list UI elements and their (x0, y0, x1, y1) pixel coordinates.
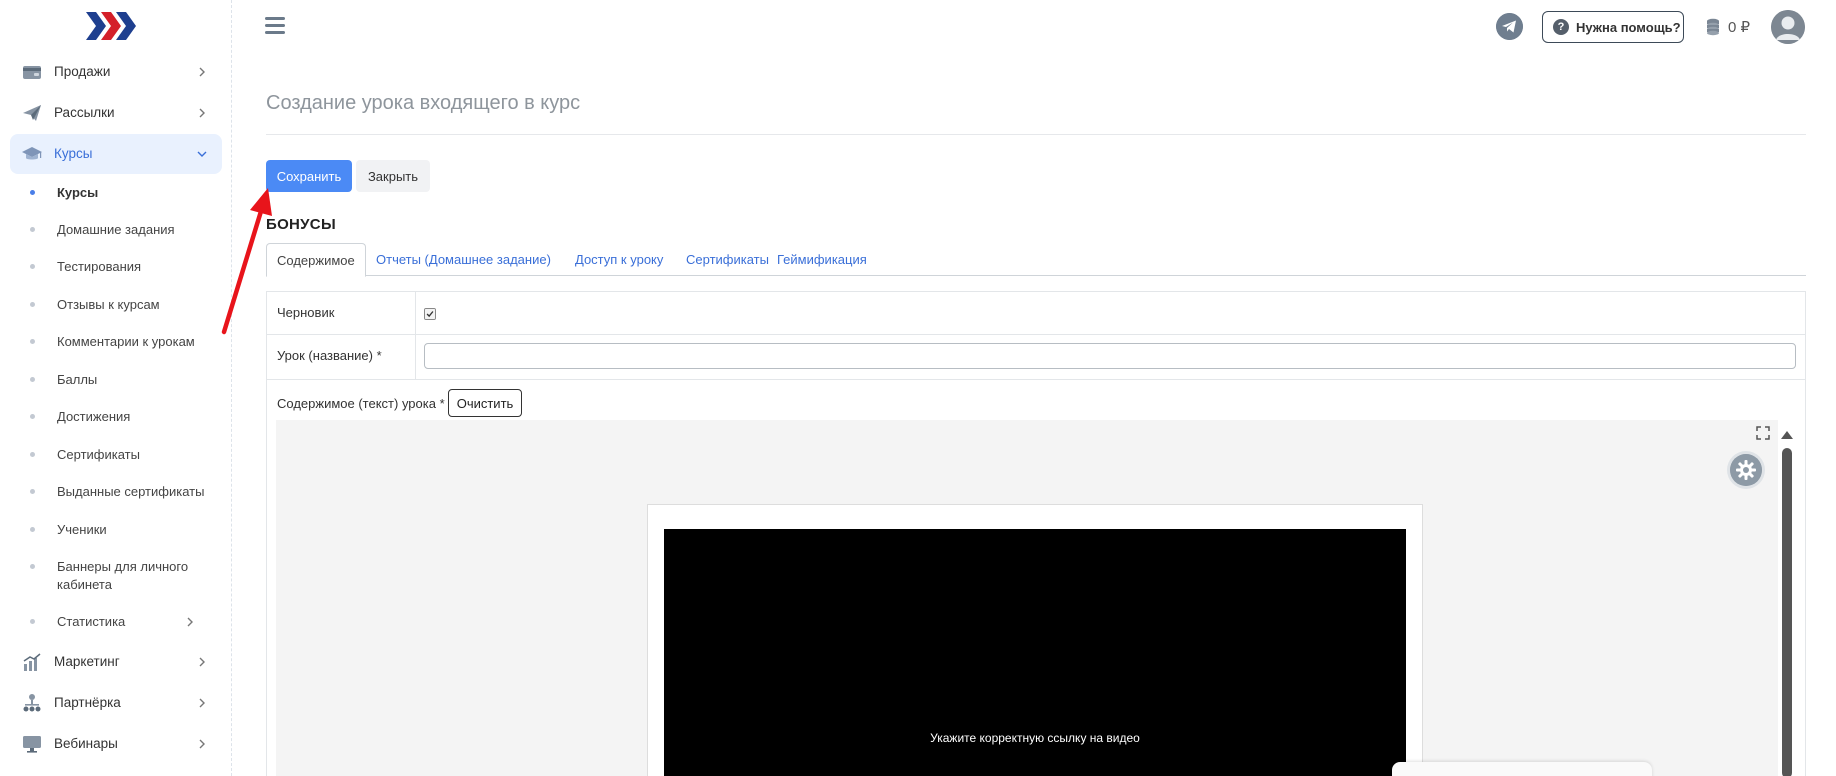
tab-bar: Содержимое Отчеты (Домашнее задание) Дос… (266, 243, 1806, 277)
wallet-icon (23, 66, 41, 79)
question-icon: ? (1553, 19, 1569, 35)
tab-gamification[interactable]: Геймификация (767, 243, 877, 276)
chevron-right-icon (199, 698, 205, 708)
clear-button[interactable]: Очистить (448, 389, 522, 417)
sidebar-item-sales[interactable]: Продажи (10, 52, 222, 92)
graduation-cap-icon (22, 147, 42, 160)
chevron-down-icon (197, 151, 207, 157)
floating-panel[interactable] (1392, 762, 1652, 776)
monitor-icon (23, 736, 41, 753)
bullet-icon (30, 339, 35, 344)
help-button[interactable]: ? Нужна помощь? (1542, 11, 1684, 43)
help-button-label: Нужна помощь? (1576, 19, 1681, 35)
bullet-icon (30, 377, 35, 382)
sidebar-subitem-label: Выданные сертификаты (57, 484, 205, 499)
tab-homework-reports[interactable]: Отчеты (Домашнее задание) (366, 243, 561, 276)
coins-icon (1707, 18, 1719, 36)
sidebar-subitem-label: Статистика (57, 614, 126, 629)
fullscreen-icon[interactable] (1756, 426, 1770, 440)
scrollbar[interactable] (1782, 448, 1792, 776)
bullet-icon (30, 414, 35, 419)
bullet-icon (30, 527, 35, 532)
sidebar-subitem-label: Тестирования (57, 259, 142, 274)
bullet-icon (30, 302, 35, 307)
sidebar-item-marketing[interactable]: Маркетинг (10, 642, 222, 682)
scroll-up-arrow-icon[interactable] (1781, 431, 1793, 439)
close-button[interactable]: Закрыть (356, 160, 430, 192)
chevron-right-icon (199, 657, 205, 667)
sidebar-item-label: Рассылки (54, 105, 115, 120)
tab-lesson-access[interactable]: Доступ к уроку (565, 243, 673, 276)
sidebar-subitem-label: Комментарии к урокам (57, 334, 195, 349)
sidebar-subitem-label: Домашние задания (57, 222, 175, 237)
bar-chart-icon (23, 653, 41, 671)
sidebar-item-webinars[interactable]: Вебинары (10, 724, 222, 764)
lesson-name-input[interactable] (424, 343, 1796, 369)
lesson-name-label: Урок (название) * (277, 348, 382, 363)
sidebar-item-courses[interactable]: Курсы (10, 134, 222, 174)
video-error-message: Укажите корректную ссылку на видео (930, 731, 1140, 745)
annotation-arrow-icon (221, 188, 272, 335)
bullet-icon (30, 489, 35, 494)
content-label: Содержимое (текст) урока * (277, 396, 445, 411)
sidebar-item-label: Партнёрка (54, 695, 121, 710)
tab-certificates[interactable]: Сертификаты (676, 243, 779, 276)
draft-label: Черновик (277, 305, 335, 320)
sidebar: Продажи Рассылки Курсы Курсы Домашние за… (0, 0, 232, 776)
chevron-right-icon (199, 739, 205, 749)
sidebar-item-label: Маркетинг (54, 654, 120, 669)
page-title: Создание урока входящего в курс (266, 92, 581, 114)
bullet-icon (30, 619, 35, 624)
sidebar-item-label: Вебинары (54, 736, 118, 751)
sidebar-subitem-label: Баннеры для личного кабинета (57, 559, 189, 592)
sidebar-subitem-label: Отзывы к курсам (57, 297, 160, 312)
sidebar-item-label: Курсы (54, 146, 93, 161)
draft-checkbox[interactable] (424, 308, 436, 320)
user-avatar-icon[interactable] (1771, 10, 1805, 44)
divider (415, 335, 416, 379)
logo-icon[interactable] (86, 8, 138, 44)
divider (266, 134, 1806, 135)
bullet-icon (30, 452, 35, 457)
menu-toggle-icon[interactable] (265, 17, 285, 35)
gear-icon[interactable] (1730, 454, 1762, 486)
form-row-draft: Черновик (267, 292, 1805, 335)
sidebar-item-mailings[interactable]: Рассылки (10, 93, 222, 133)
balance-value: 0 ₽ (1728, 19, 1751, 36)
divider (415, 292, 416, 334)
bullet-icon (30, 564, 35, 569)
balance[interactable]: 0 ₽ (1702, 16, 1750, 38)
sidebar-subitem-label: Баллы (57, 372, 98, 387)
bullet-icon (30, 264, 35, 269)
sidebar-item-label: Продажи (54, 64, 111, 79)
chevron-right-icon (199, 67, 205, 77)
form-row-lesson-name: Урок (название) * (267, 335, 1805, 380)
chevron-right-icon (187, 617, 193, 627)
bullet-icon (30, 227, 35, 232)
sidebar-subitem-label: Достижения (57, 409, 131, 424)
telegram-icon[interactable] (1496, 13, 1523, 40)
chevron-right-icon (199, 108, 205, 118)
sidebar-subitem-label: Курсы (57, 185, 99, 200)
sidebar-item-partners[interactable]: Партнёрка (10, 683, 222, 723)
sidebar-subitem-label: Сертификаты (57, 447, 140, 462)
paper-plane-icon (23, 105, 41, 121)
video-player[interactable]: Укажите корректную ссылку на видео (664, 529, 1406, 776)
bullet-icon (30, 190, 35, 195)
sidebar-subitem-label: Ученики (57, 522, 107, 537)
tab-content[interactable]: Содержимое (266, 243, 366, 277)
network-icon (23, 694, 41, 712)
